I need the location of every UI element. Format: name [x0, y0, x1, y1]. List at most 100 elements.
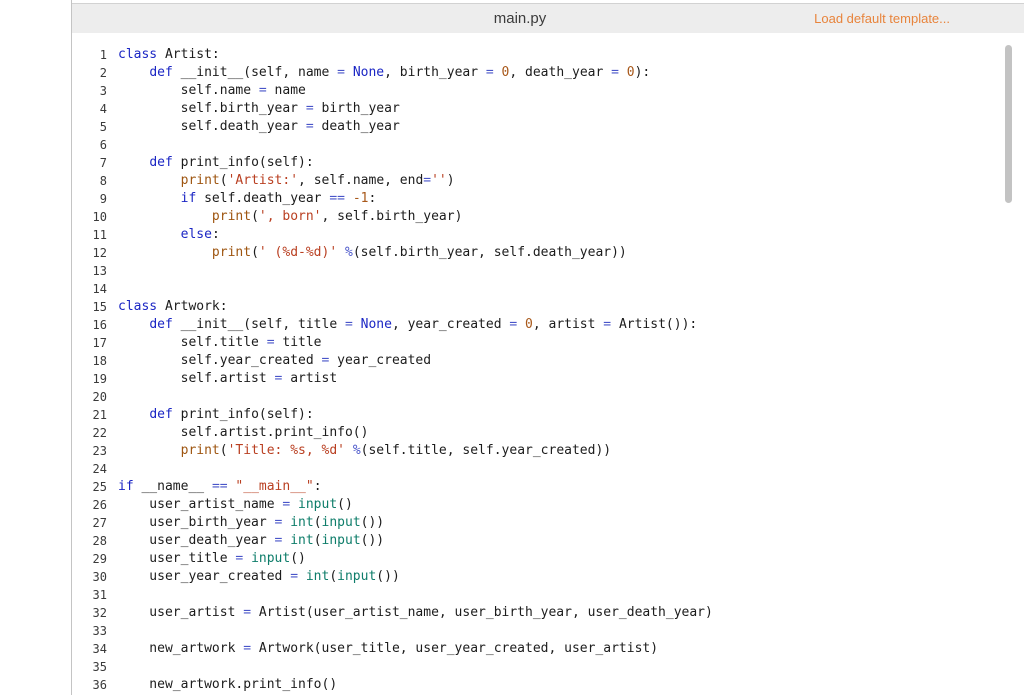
line-number: 27	[92, 516, 107, 530]
code-line[interactable]: 35	[72, 658, 1024, 676]
code-lines: 1 class Artist: 2 def __init__(self, name …	[72, 46, 1024, 694]
code-editor[interactable]: 1 class Artist: 2 def __init__(self, name …	[72, 33, 1024, 695]
code-line[interactable]: 20	[72, 388, 1024, 406]
line-number: 36	[92, 678, 107, 692]
editor-header: main.py Load default template...	[72, 3, 1024, 34]
code-text: user_death_year = int(input())	[118, 533, 385, 548]
code-line[interactable]: 32 user_artist = Artist(user_artist_name…	[72, 604, 1024, 622]
code-line[interactable]: 19 self.artist = artist	[72, 370, 1024, 388]
code-line[interactable]: 11 else:	[72, 226, 1024, 244]
line-number: 8	[99, 174, 107, 188]
code-line[interactable]: 3 self.name = name	[72, 82, 1024, 100]
code-line[interactable]: 9 if self.death_year == -1:	[72, 190, 1024, 208]
code-text: self.year_created = year_created	[118, 353, 432, 368]
code-line[interactable]: 14	[72, 280, 1024, 298]
code-line[interactable]: 7 def print_info(self):	[72, 154, 1024, 172]
line-number: 6	[99, 138, 107, 152]
line-number: 23	[92, 444, 107, 458]
code-text: self.name = name	[118, 83, 306, 98]
line-number: 9	[99, 192, 107, 206]
code-text: class Artist:	[118, 47, 220, 62]
line-number: 28	[92, 534, 107, 548]
code-text: else:	[180, 227, 220, 242]
code-line[interactable]: 27 user_birth_year = int(input())	[72, 514, 1024, 532]
line-number: 11	[92, 228, 107, 242]
code-text: user_title = input()	[118, 551, 306, 566]
filename: main.py	[493, 10, 547, 27]
code-line[interactable]: 18 self.year_created = year_created	[72, 352, 1024, 370]
code-text: user_birth_year = int(input())	[118, 515, 385, 530]
code-line[interactable]: 24	[72, 460, 1024, 478]
scrollbar-thumb[interactable]	[1005, 45, 1012, 203]
code-line[interactable]: 15 class Artwork:	[72, 298, 1024, 316]
code-line[interactable]: 26 user_artist_name = input()	[72, 496, 1024, 514]
line-number: 31	[92, 588, 107, 602]
code-line[interactable]: 13	[72, 262, 1024, 280]
code-line[interactable]: 34 new_artwork = Artwork(user_title, use…	[72, 640, 1024, 658]
line-number: 29	[92, 552, 107, 566]
line-number: 30	[92, 570, 107, 584]
code-line[interactable]: 16 def __init__(self, title = None, year…	[72, 316, 1024, 334]
code-line[interactable]: 33	[72, 622, 1024, 640]
code-line[interactable]: 21 def print_info(self):	[72, 406, 1024, 424]
code-text: if self.death_year == -1:	[180, 191, 377, 206]
code-line[interactable]: 25 if __name__ == "__main__":	[72, 478, 1024, 496]
line-number: 16	[92, 318, 107, 332]
code-text: self.birth_year = birth_year	[118, 101, 400, 116]
line-number: 15	[92, 300, 107, 314]
code-line[interactable]: 8 print('Artist:', self.name, end='')	[72, 172, 1024, 190]
line-number: 35	[92, 660, 107, 674]
load-default-template-link[interactable]: Load default template...	[814, 4, 950, 33]
code-line[interactable]: 23 print('Title: %s, %d' %(self.title, s…	[72, 442, 1024, 460]
line-number: 2	[99, 66, 107, 80]
code-text: self.artist.print_info()	[118, 425, 369, 440]
line-number: 10	[92, 210, 107, 224]
code-line[interactable]: 4 self.birth_year = birth_year	[72, 100, 1024, 118]
line-number: 22	[92, 426, 107, 440]
code-text: def print_info(self):	[149, 155, 314, 170]
code-line[interactable]: 6	[72, 136, 1024, 154]
code-text: def __init__(self, name = None, birth_ye…	[149, 65, 651, 80]
code-line[interactable]: 5 self.death_year = death_year	[72, 118, 1024, 136]
code-text: print(' (%d-%d)' %(self.birth_year, self…	[211, 245, 627, 260]
code-text: new_artwork.print_info()	[118, 677, 338, 692]
code-line[interactable]: 10 print(', born', self.birth_year)	[72, 208, 1024, 226]
code-text: self.artist = artist	[118, 371, 338, 386]
code-line[interactable]: 36 new_artwork.print_info()	[72, 676, 1024, 694]
code-text: class Artwork:	[118, 299, 228, 314]
code-line[interactable]: 30 user_year_created = int(input())	[72, 568, 1024, 586]
code-line[interactable]: 2 def __init__(self, name = None, birth_…	[72, 64, 1024, 82]
code-text: self.death_year = death_year	[118, 119, 400, 134]
code-line[interactable]: 29 user_title = input()	[72, 550, 1024, 568]
code-line[interactable]: 1 class Artist:	[72, 46, 1024, 64]
line-number: 3	[99, 84, 107, 98]
code-line[interactable]: 28 user_death_year = int(input())	[72, 532, 1024, 550]
code-text: def print_info(self):	[149, 407, 314, 422]
line-number: 14	[92, 282, 107, 296]
line-number: 34	[92, 642, 107, 656]
code-line[interactable]: 31	[72, 586, 1024, 604]
line-number: 13	[92, 264, 107, 278]
code-line[interactable]: 17 self.title = title	[72, 334, 1024, 352]
code-line[interactable]: 22 self.artist.print_info()	[72, 424, 1024, 442]
code-text: user_artist_name = input()	[118, 497, 353, 512]
code-text: print('Title: %s, %d' %(self.title, self…	[180, 443, 612, 458]
code-text: user_artist = Artist(user_artist_name, u…	[118, 605, 713, 620]
line-number: 5	[99, 120, 107, 134]
line-number: 18	[92, 354, 107, 368]
line-number: 4	[99, 102, 107, 116]
line-number: 7	[99, 156, 107, 170]
line-number: 19	[92, 372, 107, 386]
code-text: if __name__ == "__main__":	[118, 479, 322, 494]
code-text: print('Artist:', self.name, end='')	[180, 173, 455, 188]
line-number: 1	[99, 48, 107, 62]
code-text: self.title = title	[118, 335, 322, 350]
code-line[interactable]: 12 print(' (%d-%d)' %(self.birth_year, s…	[72, 244, 1024, 262]
